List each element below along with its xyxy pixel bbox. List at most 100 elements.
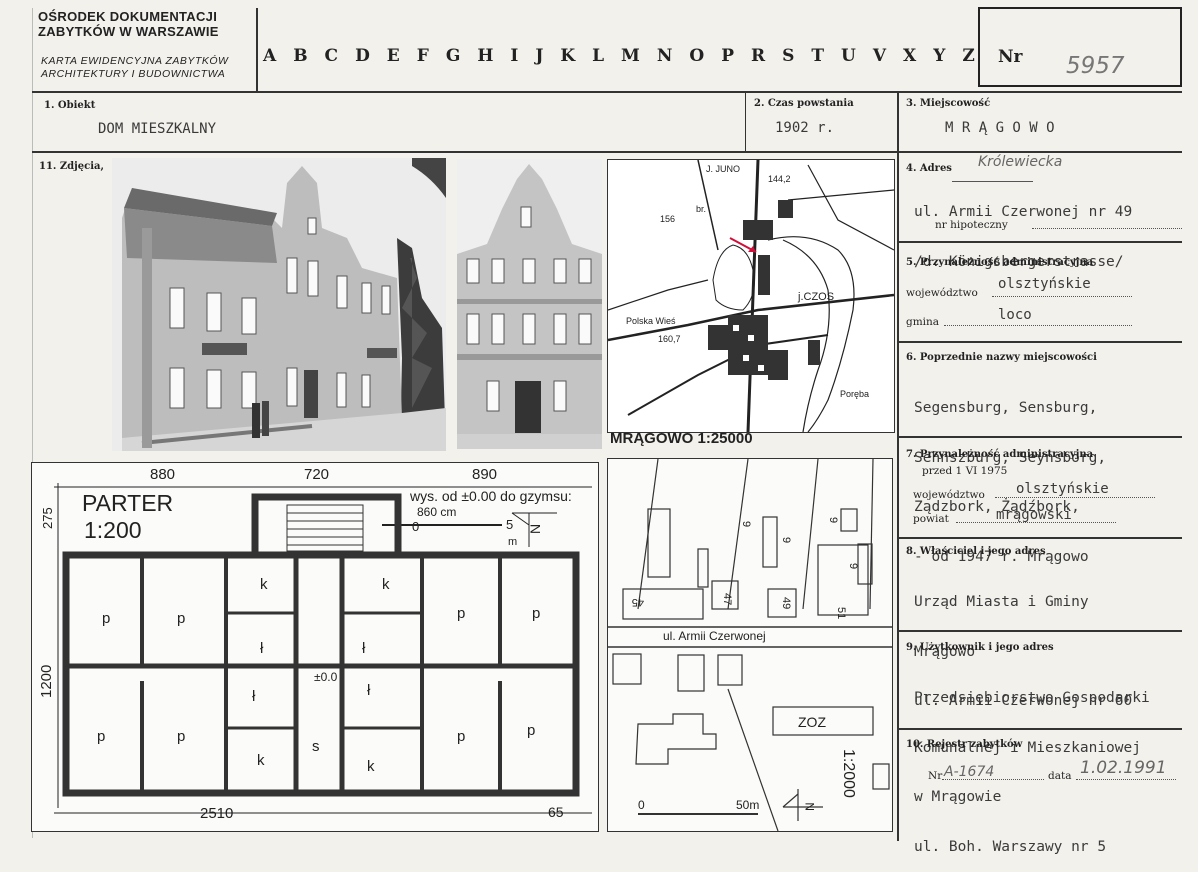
powiat-value: mrągowski xyxy=(996,507,1072,523)
plan-level: ±0.0 xyxy=(314,670,338,684)
index-letter: C xyxy=(324,46,339,66)
site-plan: ul. Armii Czerwonej ZOZ 1:2000 0 50m N 4… xyxy=(607,458,893,832)
index-letter: P xyxy=(721,46,734,66)
rejestr-nr-label: Nr xyxy=(928,770,943,782)
room-s: s xyxy=(312,738,320,755)
plan-dim-65: 65 xyxy=(548,804,564,820)
site-num-47: 47 xyxy=(721,593,733,605)
index-letter: D xyxy=(355,46,370,66)
floor-plan: PARTER 1:200 wys. od ±0.00 do gzymsu: 86… xyxy=(31,462,599,832)
map-label-1607: 160,7 xyxy=(658,334,681,344)
map-label-czos: j.CZOS xyxy=(797,291,834,303)
plan-dim-275: 275 xyxy=(40,507,55,529)
map-label-poreba: Poręba xyxy=(840,389,869,399)
site-zoz: ZOZ xyxy=(798,714,826,730)
plan-dim-1200: 1200 xyxy=(38,665,55,698)
plan-dim-880: 880 xyxy=(150,466,175,483)
przynal7-label: 7. Przynależność administracyjna xyxy=(906,449,1094,460)
plan-title: PARTER xyxy=(82,490,173,516)
site-num-51: 51 xyxy=(835,607,847,619)
index-letter: Y xyxy=(933,46,946,66)
obiekt-value: DOM MIESZKALNY xyxy=(98,121,217,137)
plan-scale-m: m xyxy=(508,536,517,548)
room-l2: ł xyxy=(362,640,366,657)
room-p7: p xyxy=(457,728,465,745)
gmina-label: gmina xyxy=(906,316,940,328)
wlasciciel-label: 8. Właściciel i jego adres xyxy=(906,546,1046,557)
site-scale: 1:2000 xyxy=(840,749,857,798)
room-k4: k xyxy=(367,758,375,775)
index-letter: X xyxy=(903,46,917,66)
index-letter: R xyxy=(750,46,766,66)
index-letter: U xyxy=(841,46,856,66)
miejscowosc-value: M R Ą G O W O xyxy=(945,120,1055,136)
woj7-value: olsztyńskie xyxy=(1016,481,1109,497)
nr-label: Nr xyxy=(998,47,1023,67)
index-letter: N xyxy=(656,46,673,66)
map-label-juno: J. JUNO xyxy=(706,164,740,174)
index-letter: T xyxy=(811,46,825,66)
rejestr-nr-value: A-1674 xyxy=(944,764,995,780)
index-letter: A xyxy=(263,46,277,66)
site-num-9d: 9 xyxy=(847,563,859,569)
rejestr-label: 10. Rejestr zabytków xyxy=(906,739,1023,750)
index-letter: F xyxy=(416,46,429,66)
zdjecia-label: 11. Zdjęcia, xyxy=(39,161,104,172)
index-letter: O xyxy=(689,46,705,66)
index-letter: I xyxy=(510,46,519,66)
room-k2: k xyxy=(382,576,390,593)
index-letter: E xyxy=(386,46,400,66)
obiekt-label: 1. Obiekt xyxy=(44,100,96,111)
plan-scale-5: 5 xyxy=(506,517,513,532)
card-title: KARTA EWIDENCYJNA ZABYTKÓW ARCHITEKTURY … xyxy=(41,55,229,80)
przynal-label: 5. Przynależność administracyjna xyxy=(906,257,1094,268)
plan-scale: 1:200 xyxy=(84,517,142,543)
woj-value: olsztyńskie xyxy=(998,276,1091,292)
adres-handwritten: Królewiecka xyxy=(978,154,1063,170)
site-num-9a: 9 xyxy=(740,521,752,527)
powiat-label: powiat xyxy=(913,513,949,525)
map-caption: MRĄGOWO 1:25000 xyxy=(610,430,753,447)
plan-dim-720: 720 xyxy=(304,466,329,483)
woj-label: województwo xyxy=(906,287,978,299)
index-letter: V xyxy=(872,46,887,66)
index-letter: G xyxy=(445,46,461,66)
site-street: ul. Armii Czerwonej xyxy=(663,629,766,643)
room-l1: ł xyxy=(260,640,264,657)
map-label-1442: 144,2 xyxy=(768,174,791,184)
location-map: J. JUNO j.CZOS Polska Wieś Poręba 156 14… xyxy=(607,159,895,433)
room-k1: k xyxy=(260,576,268,593)
index-letter: K xyxy=(560,46,576,66)
map-label-156: 156 xyxy=(660,214,675,224)
map-label-br: br. xyxy=(696,204,706,214)
room-l3: ł xyxy=(252,688,256,705)
index-letter: Z xyxy=(962,46,975,66)
building-photo-corner xyxy=(112,158,446,451)
index-letter: M xyxy=(621,46,640,66)
index-letter: B xyxy=(293,46,308,66)
alphabet-index: ABCDEFGHIJKLMNOPRSTUVXYZ xyxy=(263,46,975,66)
room-p1: p xyxy=(102,610,110,627)
hipoteczny-label: nr hipoteczny xyxy=(935,219,1008,231)
map-label-polska-wies: Polska Wieś xyxy=(626,316,676,326)
gmina-value: loco xyxy=(998,307,1032,323)
data-label: data xyxy=(1048,770,1072,782)
index-letter: S xyxy=(782,46,795,66)
org-name: OŚRODEK DOKUMENTACJI ZABYTKÓW W WARSZAWI… xyxy=(38,9,219,39)
index-letter: J xyxy=(535,46,544,66)
data-value: 1.02.1991 xyxy=(1080,758,1167,778)
przed-label: przed 1 VI 1975 xyxy=(922,465,1008,477)
site-num-45: 45 xyxy=(632,596,644,608)
nr-box: Nr 5957 xyxy=(978,7,1182,87)
room-k3: k xyxy=(257,752,265,769)
room-p4: p xyxy=(532,605,540,622)
uzytkownik-label: 9. Użytkownik i jego adres xyxy=(906,642,1054,653)
site-bar-0: 0 xyxy=(638,798,645,812)
plan-height-note-1: wys. od ±0.00 do gzymsu: xyxy=(409,488,572,504)
index-letter: L xyxy=(592,46,605,66)
site-num-49: 49 xyxy=(780,597,792,609)
room-l4: ł xyxy=(367,682,371,699)
room-p3: p xyxy=(457,605,465,622)
plan-dim-890: 890 xyxy=(472,466,497,483)
site-num-9c: 9 xyxy=(827,517,839,523)
